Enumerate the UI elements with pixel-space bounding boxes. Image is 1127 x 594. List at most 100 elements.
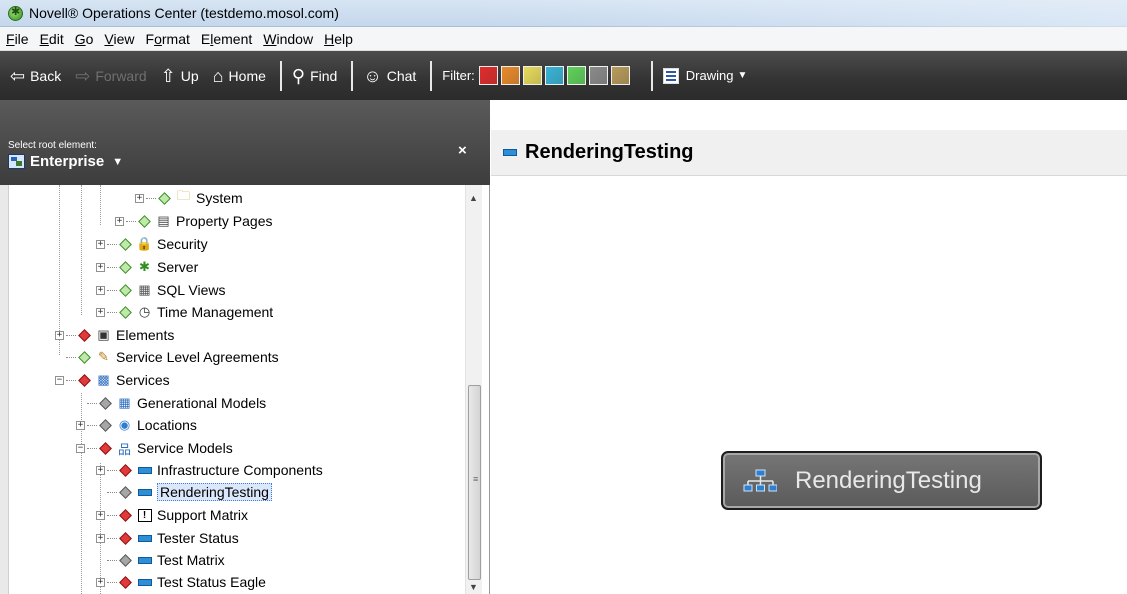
tree-node-label: RenderingTesting: [157, 483, 272, 501]
tree-connector: [107, 514, 117, 516]
chevron-down-icon: ▼: [737, 70, 748, 81]
expand-icon[interactable]: +: [96, 307, 105, 317]
tree-connector: [66, 334, 76, 336]
tree-node-label: Server: [157, 259, 199, 275]
element-icon: [136, 574, 153, 590]
scroll-thumb[interactable]: ≡: [468, 385, 481, 580]
tree-node-property-pages[interactable]: + ▤ Property Pages: [115, 210, 273, 232]
expand-icon[interactable]: +: [55, 330, 64, 340]
tree-node-generational-models[interactable]: ▦ Generational Models: [76, 392, 266, 414]
tree-node-time-management[interactable]: + ◷ Time Management: [96, 301, 273, 323]
expand-icon[interactable]: +: [96, 533, 105, 543]
scroll-down-arrow-icon[interactable]: ▼: [469, 582, 478, 592]
expand-icon[interactable]: +: [96, 239, 105, 249]
close-icon[interactable]: ×: [458, 142, 467, 159]
tree-node-label: Elements: [116, 327, 175, 343]
elements-icon: ▣: [97, 327, 110, 342]
menu-edit[interactable]: Edit: [39, 31, 65, 47]
expand-icon[interactable]: +: [76, 420, 85, 430]
titlebar-decoration: [467, 0, 1127, 27]
collapse-icon[interactable]: −: [76, 443, 85, 453]
menu-bar: File Edit Go View Format Element Window …: [0, 27, 1127, 51]
tree-connector: [87, 402, 97, 404]
matrix-icon: !: [136, 507, 153, 523]
up-button[interactable]: ⇧ Up: [161, 67, 199, 85]
tree-node-support-matrix[interactable]: +! Support Matrix: [96, 504, 248, 526]
tree-connector: [66, 379, 76, 381]
scroll-up-arrow-icon[interactable]: ▲: [469, 193, 478, 203]
status-green-diamond-icon: [119, 237, 132, 251]
home-button[interactable]: ⌂ Home: [213, 67, 266, 85]
tree-node-label: Time Management: [157, 304, 274, 320]
expand-icon[interactable]: +: [96, 510, 105, 520]
back-button[interactable]: ⇦ Back: [10, 67, 61, 85]
filter-swatch-3[interactable]: [544, 66, 564, 85]
tree-node-test-status-eagle[interactable]: + Test Status Eagle: [96, 571, 266, 593]
expand-icon[interactable]: +: [96, 465, 105, 475]
filter-swatch-4[interactable]: [566, 66, 586, 85]
filter-swatch-5[interactable]: [588, 66, 608, 85]
status-green-diamond-icon: [78, 350, 91, 364]
element-icon: [503, 149, 517, 156]
status-red-diamond-icon: [119, 463, 132, 477]
rendering-testing-node[interactable]: RenderingTesting: [721, 451, 1042, 510]
menu-file[interactable]: File: [5, 31, 30, 47]
security-icon: 🔒: [136, 236, 153, 251]
view-title: RenderingTesting: [525, 141, 694, 163]
tree-node-test-matrix[interactable]: Test Matrix: [96, 549, 225, 571]
status-red-diamond-icon: [99, 441, 112, 455]
drawing-canvas[interactable]: [491, 177, 1127, 594]
status-gray-diamond-icon: [119, 485, 132, 499]
tree-node-label: Security: [157, 236, 208, 252]
tree-scrollbar[interactable]: ▲ ≡ ▼: [465, 185, 482, 594]
menu-window[interactable]: Window: [262, 31, 314, 47]
menu-format[interactable]: Format: [145, 31, 191, 47]
find-button[interactable]: ⚲ Find: [292, 67, 337, 85]
status-gray-diamond-icon: [99, 396, 112, 410]
chat-button[interactable]: ☺ Chat: [363, 67, 416, 85]
tree-node-system[interactable]: + 🗀 System: [135, 187, 243, 209]
tree-node-elements[interactable]: + ▣ Elements: [55, 324, 174, 346]
tree-node-tester-status[interactable]: + Tester Status: [96, 527, 239, 549]
tree-node-security[interactable]: + 🔒 Security: [96, 233, 208, 255]
hierarchy-icon: [743, 469, 777, 491]
forward-button[interactable]: ⇨ Forward: [75, 67, 146, 85]
menu-view[interactable]: View: [103, 31, 135, 47]
back-arrow-icon: ⇦: [10, 65, 26, 86]
tree-connector: [107, 559, 117, 561]
tree-node-sql-views[interactable]: + ▦ SQL Views: [96, 279, 225, 301]
collapse-icon[interactable]: −: [55, 375, 64, 385]
filter-swatch-0[interactable]: [478, 66, 498, 85]
property-pages-icon: ▤: [157, 213, 170, 228]
menu-help[interactable]: Help: [323, 31, 354, 47]
status-green-diamond-icon: [158, 191, 171, 205]
expand-icon[interactable]: +: [135, 193, 144, 203]
root-element-dropdown[interactable]: Enterprise ▼: [8, 153, 123, 170]
tree-node-service-level-agreements[interactable]: ✎ Service Level Agreements: [55, 346, 279, 368]
menu-go[interactable]: Go: [74, 31, 95, 47]
tree-node-label: System: [196, 190, 243, 206]
tree-node-infrastructure-components[interactable]: + Infrastructure Components: [96, 459, 323, 481]
expand-icon[interactable]: +: [96, 262, 105, 272]
expand-icon[interactable]: +: [115, 216, 124, 226]
filter-label: Filter:: [442, 68, 475, 83]
filter-swatch-6[interactable]: [610, 66, 630, 85]
tree-node-locations[interactable]: + ◉ Locations: [76, 414, 197, 436]
status-red-diamond-icon: [78, 373, 91, 387]
tree-node-server[interactable]: + ✱ Server: [96, 256, 198, 278]
enterprise-icon: [8, 154, 25, 169]
status-green-diamond-icon: [138, 214, 151, 228]
window-title: Novell® Operations Center (testdemo.moso…: [29, 5, 339, 21]
tree-node-services[interactable]: − ▩ Services: [55, 369, 170, 391]
filter-swatch-2[interactable]: [522, 66, 542, 85]
filter-swatch-1[interactable]: [500, 66, 520, 85]
status-red-diamond-icon: [119, 531, 132, 545]
drawing-dropdown[interactable]: Drawing ▼: [686, 68, 748, 83]
globe-icon: ◉: [118, 417, 131, 432]
menu-element[interactable]: Element: [200, 31, 253, 47]
tree-node-renderingtesting[interactable]: RenderingTesting: [96, 481, 272, 503]
tree-node-service-models[interactable]: − 品 Service Models: [76, 437, 233, 459]
expand-icon[interactable]: +: [96, 285, 105, 295]
element-icon: [136, 552, 153, 568]
expand-icon[interactable]: +: [96, 577, 105, 587]
